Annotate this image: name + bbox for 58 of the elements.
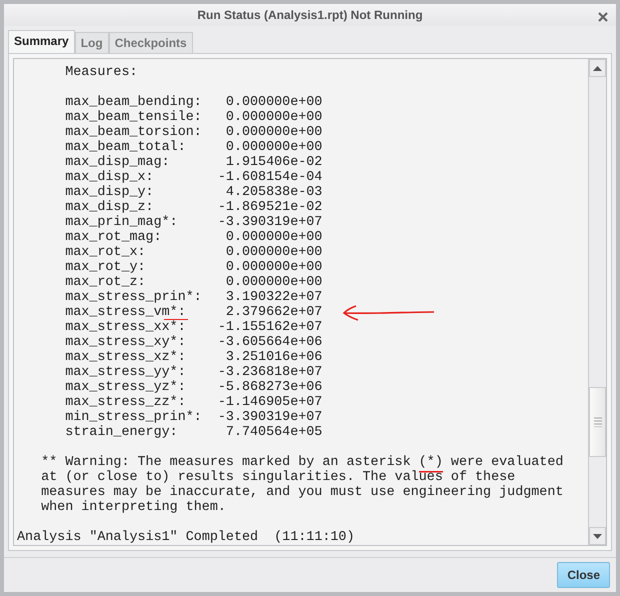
measure-value: -3.236818e+07 (218, 365, 322, 380)
measure-name: max_stress_xz*: (65, 350, 187, 366)
measure-value: -3.605664e+06 (218, 335, 322, 350)
measure-name: max_stress_prin*: (65, 290, 203, 306)
measure-name: max_stress_zz*: (65, 395, 186, 410)
measure-name: max_stress_yz*: (65, 380, 187, 396)
measure-name: max_beam_tensile: (65, 110, 203, 126)
scroll-down-icon[interactable] (589, 527, 606, 546)
measure-name: max_disp_z: (65, 200, 154, 216)
warning-text: ** Warning: The measures marked by an asterisk (*) were evaluated at (or close to) results singularities. The values of these measures may be inaccurate, and you must use engineering judgment when interpreting them. (41, 455, 564, 516)
measure-name: max_rot_z: (65, 275, 146, 290)
measure-value: 7.740564e+05 (224, 425, 322, 440)
measure-value: -1.155162e+07 (218, 320, 322, 336)
measure-value: 4.205838e-03 (224, 185, 322, 200)
window-title: Run Status (Analysis1.rpt) Not Running (197, 8, 423, 22)
measure-name: max_beam_bending: (65, 95, 203, 110)
close-icon[interactable] (598, 12, 608, 22)
measure-name: max_rot_y: (65, 260, 147, 276)
report-heading: Measures: (65, 65, 138, 80)
measure-value: 0.000000e+00 (224, 110, 322, 126)
measure-name: max_stress_xx*: (65, 320, 187, 336)
measure-name: max_disp_mag: (65, 155, 171, 170)
scrollbar[interactable] (588, 59, 606, 546)
measure-value: -1.869521e-02 (218, 200, 322, 216)
measure-name: max_stress_yy*: (65, 365, 187, 380)
close-button[interactable]: Close (557, 562, 610, 588)
measure-value: -3.390319e+07 (218, 215, 322, 230)
measure-value: 2.379662e+07 (224, 305, 322, 320)
measure-name: max_prin_mag*: (65, 215, 179, 230)
measure-value: 0.000000e+00 (224, 275, 322, 290)
measure-name: max_rot_x: (65, 245, 147, 260)
measure-value: -5.868273e+06 (218, 380, 322, 396)
measure-value: 0.000000e+00 (224, 95, 322, 110)
measure-value: -1.146905e+07 (218, 395, 322, 410)
tab[interactable]: Summary (8, 30, 75, 54)
measure-value: 3.251016e+06 (224, 350, 322, 366)
measure-name: strain_energy: (65, 425, 179, 440)
status-text: Analysis "Analysis1" Completed (11:11:10) (17, 530, 356, 546)
measure-value: -1.608154e-04 (218, 170, 322, 186)
measure-value: 0.000000e+00 (224, 260, 322, 276)
measure-value: -3.390319e+07 (218, 410, 322, 426)
measure-name: min_stress_prin*: (65, 410, 203, 426)
measure-value: 0.000000e+00 (224, 140, 322, 156)
measure-name: max_disp_y: (65, 185, 155, 200)
scroll-up-icon[interactable] (589, 59, 606, 78)
scroll-thumb[interactable] (589, 387, 606, 458)
measure-value: 3.190322e+07 (224, 290, 322, 306)
measure-name: max_stress_xy*: (65, 335, 187, 350)
measure-value: 0.000000e+00 (224, 125, 322, 140)
measure-name: max_beam_total: (65, 140, 187, 156)
measure-value: 0.000000e+00 (224, 245, 322, 260)
tab[interactable]: Log (74, 32, 109, 54)
measure-name: max_beam_torsion: (65, 125, 203, 140)
measure-name: max_disp_x: (65, 170, 155, 186)
measure-value: 1.915406e-02 (224, 155, 322, 170)
measure-value: 0.000000e+00 (224, 230, 322, 246)
tab[interactable]: Checkpoints (108, 32, 193, 54)
measure-name: max_rot_mag: (65, 230, 163, 246)
